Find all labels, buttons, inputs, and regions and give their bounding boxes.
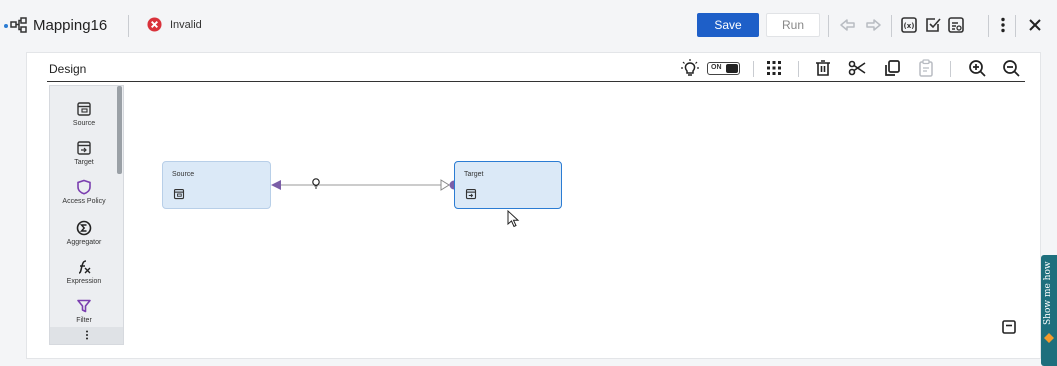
palette-item-expression[interactable]: Expression <box>50 259 118 285</box>
more-options-icon[interactable] <box>993 15 1013 35</box>
divider <box>891 15 892 37</box>
source-output-port[interactable] <box>271 180 281 190</box>
invalid-status-icon <box>147 17 162 32</box>
redo-icon[interactable] <box>863 15 883 35</box>
target-node[interactable]: Target <box>454 161 562 209</box>
design-header-underline <box>47 81 1025 82</box>
cut-icon[interactable] <box>847 58 867 78</box>
link-arrowhead <box>440 179 450 191</box>
paste-icon[interactable] <box>916 58 936 78</box>
palette-item-label: Target <box>74 159 94 166</box>
palette-item-label: Aggregator <box>66 239 102 246</box>
undo-icon[interactable] <box>838 15 858 35</box>
minimap-toggle-icon[interactable] <box>1001 319 1017 335</box>
design-canvas-panel: Design ON Source Target Access Policy Ag… <box>26 52 1041 359</box>
mapping-header: Mapping16 Invalid Save Run (x) <box>0 0 1057 52</box>
divider <box>128 15 129 37</box>
shield-icon <box>77 179 91 195</box>
transformation-palette: Source Target Access Policy Aggregator E… <box>49 85 124 345</box>
save-button[interactable]: Save <box>697 13 759 37</box>
validation-toggle[interactable]: ON <box>707 62 740 75</box>
recommendations-lightbulb-icon[interactable] <box>680 58 700 78</box>
mouse-cursor-icon <box>507 210 520 228</box>
palette-item-target[interactable]: Target <box>50 140 118 166</box>
node-label: Target <box>464 171 484 178</box>
validation-status-text: Invalid <box>170 19 202 31</box>
unsaved-indicator-dot <box>4 24 8 28</box>
palette-item-access-policy[interactable]: Access Policy <box>50 179 118 205</box>
source-icon <box>77 102 91 116</box>
expression-icon <box>78 260 91 274</box>
zoom-out-icon[interactable] <box>1001 58 1021 78</box>
mapping-title: Mapping16 <box>33 17 108 34</box>
divider <box>753 61 754 77</box>
toggle-knob <box>726 64 738 73</box>
source-node[interactable]: Source <box>162 161 271 209</box>
copy-icon[interactable] <box>882 58 902 78</box>
mapping-icon <box>10 17 27 33</box>
target-icon <box>465 188 477 200</box>
link-lightbulb-icon[interactable] <box>312 178 320 189</box>
target-icon <box>77 141 91 155</box>
palette-item-filter[interactable]: Filter <box>50 298 118 324</box>
more-vertical-icon <box>86 330 88 340</box>
divider <box>988 15 989 37</box>
node-label: Source <box>172 171 195 178</box>
toggle-label: ON <box>711 64 722 71</box>
arrange-all-icon[interactable] <box>764 58 784 78</box>
close-icon[interactable] <box>1025 15 1045 35</box>
show-me-how-label: Show me how <box>1043 261 1053 325</box>
divider <box>798 61 799 77</box>
parameters-icon[interactable]: (x) <box>899 15 919 35</box>
palette-item-label: Access Policy <box>62 198 106 205</box>
preview-data-icon[interactable] <box>946 15 966 35</box>
palette-item-source[interactable]: Source <box>50 101 118 127</box>
filter-icon <box>77 299 91 313</box>
zoom-in-icon[interactable] <box>967 58 987 78</box>
guide-icon <box>1044 333 1054 343</box>
svg-text:(x): (x) <box>904 22 915 30</box>
delete-icon[interactable] <box>813 58 833 78</box>
palette-item-label: Source <box>72 120 96 127</box>
divider <box>828 15 829 37</box>
palette-item-label: Filter <box>76 317 92 324</box>
divider <box>1015 15 1016 37</box>
palette-item-aggregator[interactable]: Aggregator <box>50 220 118 246</box>
run-button[interactable]: Run <box>766 13 820 37</box>
design-tab-label: Design <box>49 62 87 76</box>
divider <box>950 61 951 77</box>
validate-icon[interactable] <box>923 15 943 35</box>
palette-more-button[interactable] <box>50 327 123 344</box>
source-icon <box>173 188 185 200</box>
palette-item-label: Expression <box>66 278 102 285</box>
sigma-icon <box>76 220 92 236</box>
